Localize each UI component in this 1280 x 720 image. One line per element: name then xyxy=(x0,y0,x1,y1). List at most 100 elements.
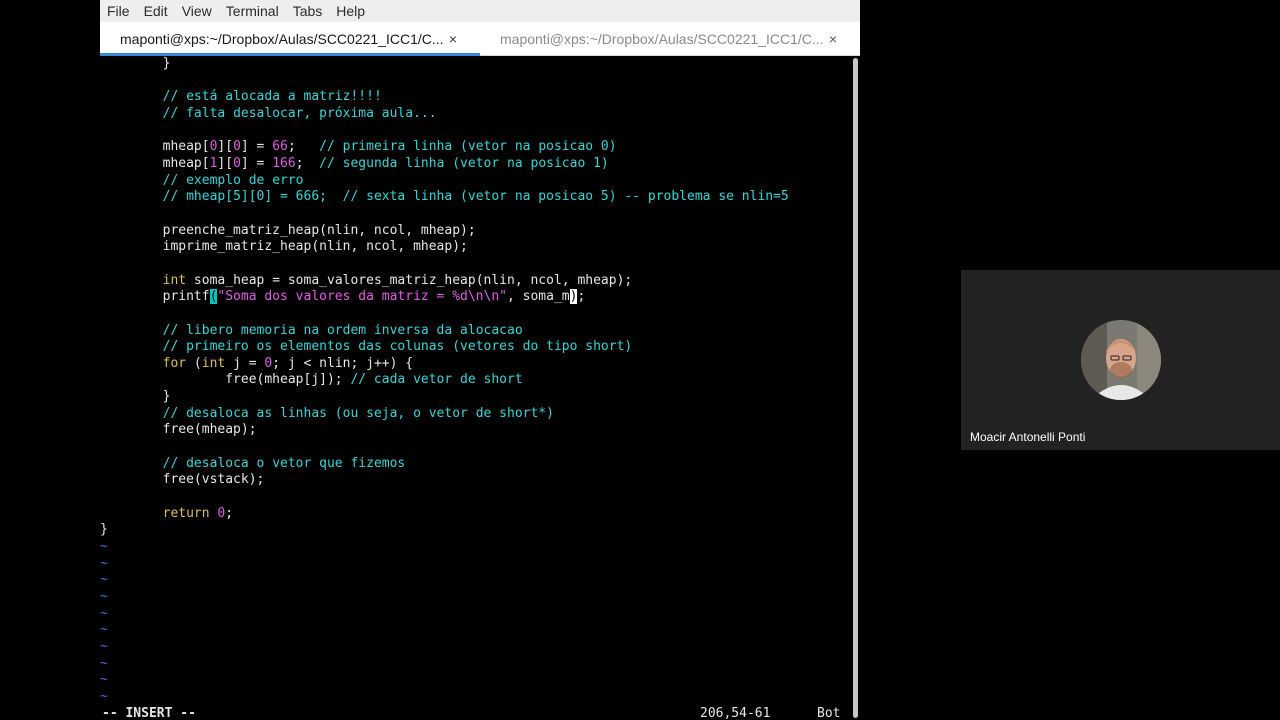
cursor-position: 206,54-61 xyxy=(700,706,771,720)
code-number: 66 xyxy=(272,139,288,155)
code-line: preenche_matriz_heap(nlin, ncol, mheap); xyxy=(100,223,852,240)
code-keyword: int xyxy=(162,272,187,288)
menu-file[interactable]: File xyxy=(100,3,137,19)
close-icon[interactable]: × xyxy=(446,31,460,47)
code-line: printf("Soma dos valores da matriz = %d\… xyxy=(100,289,852,306)
empty-line-marker: ~ xyxy=(100,655,108,671)
code-comment: // mheap[5][0] = 666; // sexta linha (ve… xyxy=(162,189,789,205)
scrollbar-thumb[interactable] xyxy=(853,58,858,718)
code-text: } xyxy=(100,522,108,538)
code-line: imprime_matriz_heap(nlin, ncol, mheap); xyxy=(100,239,852,256)
code-comment: // primeira linha (vetor na posicao 0) xyxy=(319,139,617,155)
terminal-window[interactable]: File Edit View Terminal Tabs Help mapont… xyxy=(100,0,860,720)
scroll-position: Bot xyxy=(817,706,841,720)
code-line: } xyxy=(100,389,852,406)
code-line: // libero memoria na ordem inversa da al… xyxy=(100,323,852,340)
code-text: preenche_matriz_heap(nlin, ncol, mheap); xyxy=(100,222,476,238)
code-comment: // falta desalocar, próxima aula... xyxy=(162,105,437,121)
menu-edit[interactable]: Edit xyxy=(137,3,175,19)
code-line: ~ xyxy=(100,689,852,706)
empty-line-marker: ~ xyxy=(100,688,108,704)
code-text: ; xyxy=(577,289,586,305)
code-text: imprime_matriz_heap(nlin, ncol, mheap); xyxy=(100,239,468,255)
code-line: // primeiro os elementos das colunas (ve… xyxy=(100,339,852,356)
code-line: ~ xyxy=(100,656,852,673)
menu-help[interactable]: Help xyxy=(329,3,372,19)
empty-line-marker: ~ xyxy=(100,672,108,688)
code-text: ; xyxy=(225,505,234,521)
participant-name-label: Moacir Antonelli Ponti xyxy=(970,430,1086,444)
empty-line-marker: ~ xyxy=(100,589,108,604)
code-comment: // primeiro os elementos das colunas (ve… xyxy=(162,339,633,355)
empty-line-marker: ~ xyxy=(100,539,108,555)
code-comment: // libero memoria na ordem inversa da al… xyxy=(162,322,523,338)
empty-line-marker: ~ xyxy=(100,622,108,638)
menu-tabs[interactable]: Tabs xyxy=(286,3,330,19)
code-text: printf xyxy=(100,289,210,305)
code-text: ][ xyxy=(217,155,234,171)
code-text: ; xyxy=(287,139,320,155)
code-line: ~ xyxy=(100,556,852,573)
code-line: // mheap[5][0] = 666; // sexta linha (ve… xyxy=(100,189,852,206)
vim-editor-buffer[interactable]: } // está alocada a matriz!!!! // falta … xyxy=(100,56,852,706)
code-line: ~ xyxy=(100,539,852,556)
tab-terminal-1[interactable]: maponti@xps:~/Dropbox/Aulas/SCC0221_ICC1… xyxy=(100,22,480,56)
code-text: mheap[ xyxy=(100,155,210,171)
code-comment: // desaloca as linhas (ou seja, o vetor … xyxy=(162,405,554,421)
code-line: } xyxy=(100,56,852,73)
code-text: ( xyxy=(186,355,202,371)
code-line: ~ xyxy=(100,589,852,606)
code-line: // falta desalocar, próxima aula... xyxy=(100,106,852,123)
code-text: free(vstack); xyxy=(100,472,265,488)
code-keyword: int xyxy=(201,355,226,371)
code-number: 166 xyxy=(272,155,296,171)
close-icon[interactable]: × xyxy=(826,31,840,47)
code-comment: // segunda linha (vetor na posicao 1) xyxy=(319,155,609,171)
tab-terminal-2[interactable]: maponti@xps:~/Dropbox/Aulas/SCC0221_ICC1… xyxy=(480,22,860,55)
code-keyword: return xyxy=(162,505,210,521)
code-text: soma_heap = soma_valores_matriz_heap(nli… xyxy=(186,272,633,288)
code-line: free(mheap[j]); // cada vetor de short xyxy=(100,372,852,389)
code-text: } xyxy=(100,56,171,71)
left-background-strip xyxy=(0,0,100,720)
code-line: // desaloca as linhas (ou seja, o vetor … xyxy=(100,406,852,423)
participant-tile[interactable]: Moacir Antonelli Ponti xyxy=(961,270,1280,450)
scrollbar[interactable] xyxy=(852,56,860,720)
empty-line-marker: ~ xyxy=(100,605,108,621)
code-text: ; j < nlin; j++) { xyxy=(272,355,414,371)
code-line: // está alocada a matriz!!!! xyxy=(100,89,852,106)
menu-terminal[interactable]: Terminal xyxy=(219,3,286,19)
code-line: return 0; xyxy=(100,506,852,523)
code-text: j = xyxy=(225,355,265,371)
menu-bar: File Edit View Terminal Tabs Help xyxy=(100,0,860,22)
avatar xyxy=(1081,320,1161,400)
empty-line-marker: ~ xyxy=(100,572,108,588)
vim-status-line: -- INSERT -- 206,54-61 Bot xyxy=(100,706,852,720)
code-line: // exemplo de erro xyxy=(100,173,852,190)
code-number: 0 xyxy=(233,155,241,171)
empty-line-marker: ~ xyxy=(100,555,108,571)
code-line: ~ xyxy=(100,606,852,623)
code-line: mheap[1][0] = 166; // segunda linha (vet… xyxy=(100,156,852,173)
code-line: } xyxy=(100,522,852,539)
code-line: ~ xyxy=(100,639,852,656)
mode-indicator: -- INSERT -- xyxy=(102,706,196,720)
code-text: } xyxy=(100,389,171,405)
code-line: ~ xyxy=(100,572,852,589)
code-comment: // está alocada a matriz!!!! xyxy=(162,89,382,105)
tab-bar: maponti@xps:~/Dropbox/Aulas/SCC0221_ICC1… xyxy=(100,22,860,56)
menu-view[interactable]: View xyxy=(175,3,219,19)
